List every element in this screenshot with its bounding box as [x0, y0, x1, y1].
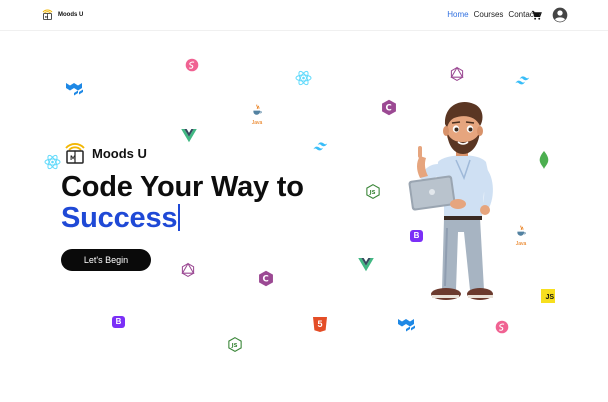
- nav-links: Home Courses Contact: [447, 10, 536, 19]
- brand-logo-icon: M: [65, 143, 85, 164]
- tailwind-icon: [313, 142, 328, 151]
- headline-line-1: Code Your Way to: [61, 171, 304, 203]
- java-icon: Java: [513, 224, 529, 247]
- svg-text:JS: JS: [231, 343, 238, 349]
- hero-logo: M Moods U: [62, 140, 147, 166]
- typing-cursor: [178, 204, 181, 231]
- java-cup-icon: [253, 104, 262, 115]
- brand[interactable]: M Moods U: [41, 8, 83, 21]
- brand-name: Moods U: [58, 11, 84, 18]
- java-cup-icon: [517, 225, 526, 236]
- svg-text:JS: JS: [369, 190, 376, 196]
- developer-character-illustration: [408, 102, 493, 300]
- mongodb-icon: [539, 151, 549, 169]
- svg-text:C: C: [263, 275, 269, 285]
- cart-icon[interactable]: [531, 10, 542, 21]
- nav-link-home[interactable]: Home: [447, 10, 468, 19]
- svg-text:M: M: [70, 155, 76, 162]
- material-ui-icon: [398, 319, 415, 332]
- svg-text:C: C: [386, 104, 392, 114]
- navbar: M Moods U Home Courses Contact: [0, 0, 608, 31]
- hero-brand-name: Moods U: [92, 145, 147, 161]
- nodejs-icon: JS: [228, 337, 242, 352]
- lets-begin-button[interactable]: Let's Begin: [61, 249, 151, 271]
- sass-icon: [495, 320, 509, 334]
- html5-icon: 5: [313, 317, 327, 332]
- java-icon: Java: [249, 103, 265, 126]
- svg-text:M: M: [45, 15, 48, 19]
- java-label: Java: [251, 120, 263, 126]
- vue-icon: [358, 258, 374, 272]
- c-lang-icon: C: [259, 270, 273, 287]
- javascript-icon: JS: [541, 289, 555, 303]
- brand-logo-icon: M: [42, 9, 53, 20]
- headline-line-2: Success: [61, 202, 178, 234]
- bootstrap-icon: B: [112, 316, 125, 328]
- account-icon[interactable]: [552, 7, 568, 23]
- c-lang-icon: C: [382, 99, 396, 116]
- nav-link-courses[interactable]: Courses: [474, 10, 504, 19]
- vue-icon: [181, 129, 197, 143]
- graphql-icon: [181, 262, 195, 277]
- nodejs-icon: JS: [366, 184, 380, 199]
- landing-page: M Moods U Home Courses Contact M Moods U…: [0, 0, 608, 402]
- graphql-icon: [450, 66, 464, 81]
- tailwind-icon: [515, 76, 530, 85]
- material-ui-icon: [66, 83, 83, 96]
- react-icon: [295, 70, 312, 86]
- hero-headline: Code Your Way to Success: [61, 172, 304, 234]
- sass-icon: [185, 58, 199, 72]
- java-label: Java: [515, 241, 527, 247]
- react-icon: [44, 154, 61, 170]
